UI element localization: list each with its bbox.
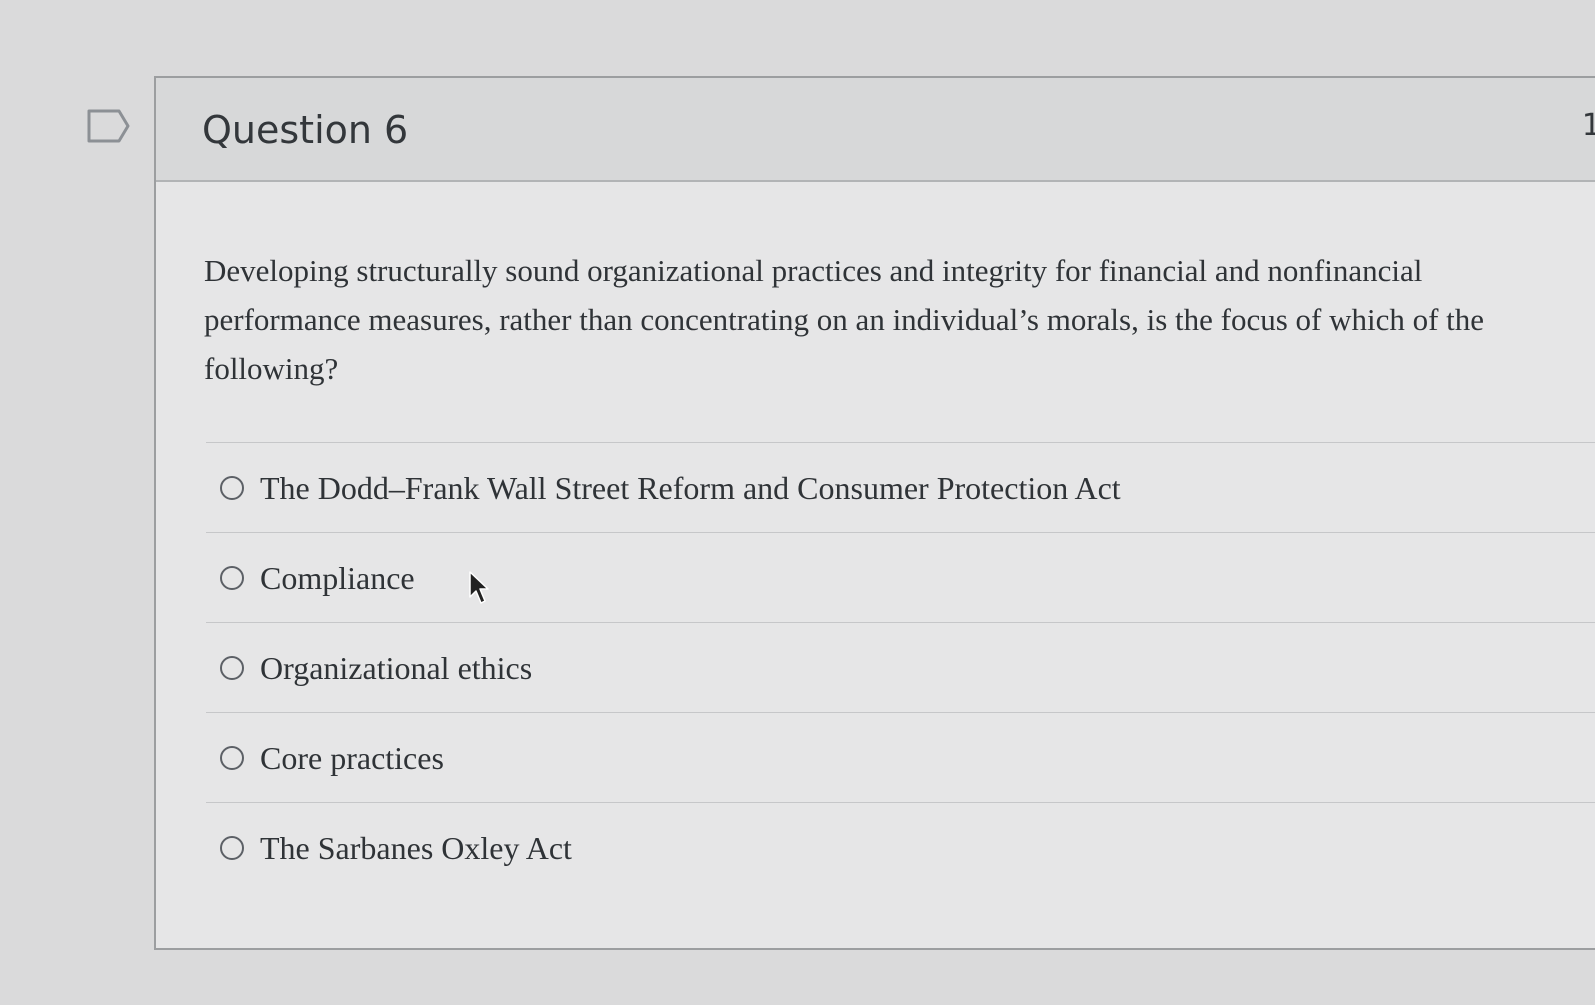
- answer-option[interactable]: Core practices: [206, 712, 1595, 802]
- radio-button[interactable]: [220, 655, 244, 680]
- answer-list: The Dodd–Frank Wall Street Reform and Co…: [206, 442, 1595, 892]
- radio-button[interactable]: [220, 565, 244, 590]
- answer-option[interactable]: Organizational ethics: [206, 622, 1595, 712]
- question-text: Developing structurally sound organizati…: [204, 253, 1485, 386]
- mouse-pointer-icon: [469, 571, 489, 604]
- question-title: Question 6: [202, 108, 409, 152]
- answer-label: Compliance: [260, 559, 415, 596]
- answer-option[interactable]: The Sarbanes Oxley Act: [206, 802, 1595, 892]
- question-card: Question 6 1 Developing structurally sou…: [154, 76, 1595, 950]
- answer-label: The Sarbanes Oxley Act: [260, 829, 572, 866]
- answer-label: The Dodd–Frank Wall Street Reform and Co…: [260, 469, 1121, 506]
- question-points: 1: [1581, 108, 1595, 143]
- answer-option[interactable]: The Dodd–Frank Wall Street Reform and Co…: [206, 442, 1595, 532]
- flag-question-icon[interactable]: [86, 108, 132, 144]
- answer-label: Organizational ethics: [260, 649, 533, 686]
- radio-button[interactable]: [220, 835, 244, 860]
- answer-option[interactable]: Compliance: [206, 532, 1595, 622]
- radio-button[interactable]: [220, 745, 244, 770]
- answer-label: Core practices: [260, 739, 444, 776]
- radio-button[interactable]: [220, 475, 244, 500]
- question-header: Question 6 1: [156, 78, 1595, 182]
